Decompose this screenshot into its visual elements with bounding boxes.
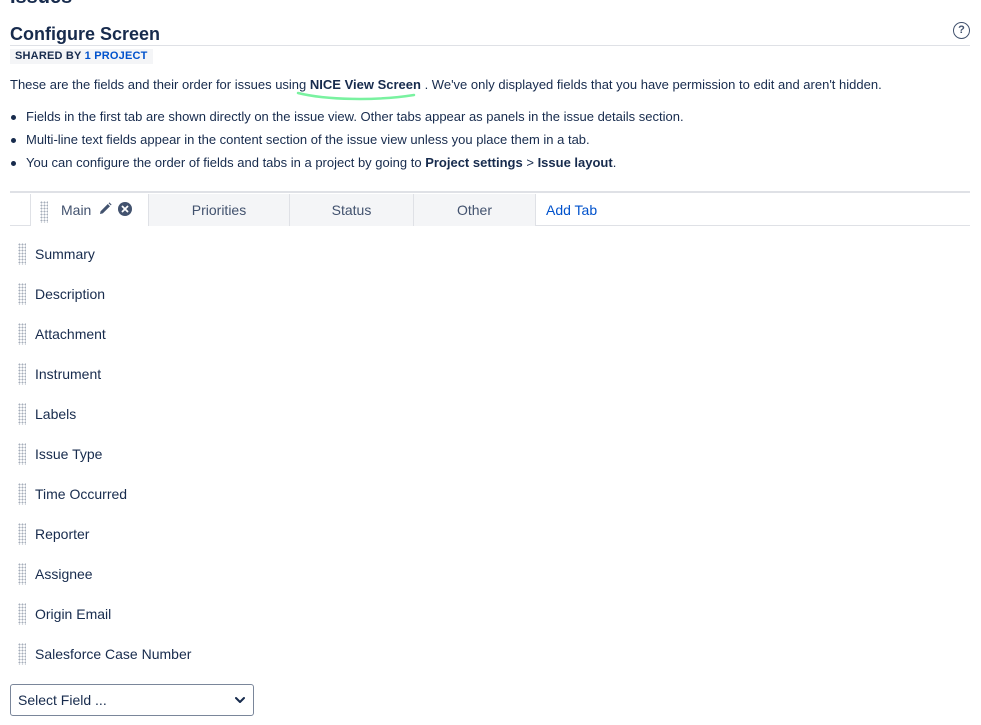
- screen-name: NICE View Screen: [309, 77, 421, 92]
- field-label: Reporter: [35, 526, 90, 542]
- intro-prefix: These are the fields and their order for…: [10, 77, 307, 92]
- field-row[interactable]: Issue Type: [18, 440, 518, 480]
- shared-by-badge: SHARED BY 1 PROJECT: [10, 49, 153, 64]
- select-field-value: Select Field ...: [18, 692, 107, 708]
- question-circle-icon[interactable]: ?: [953, 22, 970, 39]
- drag-handle-icon[interactable]: [18, 563, 26, 585]
- intro-text: These are the fields and their order for…: [10, 76, 882, 93]
- field-row[interactable]: Reporter: [18, 520, 518, 560]
- select-field-dropdown[interactable]: Select Field ...: [10, 684, 254, 716]
- drag-handle-icon[interactable]: [18, 643, 26, 665]
- shared-projects-link[interactable]: 1 PROJECT: [85, 50, 148, 62]
- field-label: Salesforce Case Number: [35, 646, 192, 662]
- field-row[interactable]: Attachment: [18, 320, 518, 360]
- tab-main[interactable]: Main: [30, 194, 149, 226]
- field-row[interactable]: Assignee: [18, 560, 518, 600]
- field-row[interactable]: Origin Email: [18, 600, 518, 640]
- drag-handle-icon[interactable]: [18, 363, 26, 385]
- remove-icon[interactable]: [118, 202, 132, 216]
- field-label: Issue Type: [35, 446, 103, 462]
- field-label: Summary: [35, 246, 95, 262]
- drag-handle-icon[interactable]: [18, 603, 26, 625]
- page-header: Configure Screen ?: [10, 22, 970, 46]
- field-row[interactable]: Time Occurred: [18, 480, 518, 520]
- breadcrumb-separator: >: [526, 155, 534, 170]
- bullet-text: Fields in the first tab are shown direct…: [26, 109, 684, 124]
- field-row[interactable]: Labels: [18, 400, 518, 440]
- field-label: Origin Email: [35, 606, 112, 622]
- add-tab-link[interactable]: Add Tab: [546, 202, 597, 218]
- shared-by-label: SHARED BY: [15, 50, 82, 62]
- drag-handle-icon[interactable]: [18, 483, 26, 505]
- drag-handle-icon[interactable]: [18, 403, 26, 425]
- section-title-cut: Issues: [10, 0, 72, 9]
- issue-layout-link: Issue layout: [537, 155, 613, 170]
- drag-handle-icon[interactable]: [18, 443, 26, 465]
- field-list: Summary Description Attachment Instrumen…: [18, 240, 518, 680]
- info-bullets: Fields in the first tab are shown direct…: [10, 105, 684, 174]
- field-label: Time Occurred: [35, 486, 128, 502]
- field-label: Assignee: [35, 566, 93, 582]
- list-item: You can configure the order of fields an…: [10, 151, 684, 174]
- field-label: Description: [35, 286, 106, 302]
- field-label: Labels: [35, 406, 77, 422]
- bullet-suffix: .: [612, 155, 617, 170]
- bullet-text: Multi-line text fields appear in the con…: [26, 132, 590, 147]
- intro-suffix: . We've only displayed fields that you h…: [424, 77, 882, 92]
- field-row[interactable]: Instrument: [18, 360, 518, 400]
- tab-label: Main: [61, 202, 92, 218]
- field-row[interactable]: Description: [18, 280, 518, 320]
- tab-status[interactable]: Status: [290, 194, 414, 226]
- drag-handle-icon[interactable]: [18, 323, 26, 345]
- bullet-text: You can configure the order of fields an…: [26, 155, 422, 170]
- list-item: Multi-line text fields appear in the con…: [10, 128, 684, 151]
- drag-handle-icon[interactable]: [18, 523, 26, 545]
- field-label: Instrument: [35, 366, 102, 382]
- list-item: Fields in the first tab are shown direct…: [10, 105, 684, 128]
- chevron-down-icon: [235, 697, 245, 703]
- tab-priorities[interactable]: Priorities: [149, 194, 290, 226]
- screen-tabs: Main Priorities Status Other Add Tab: [10, 191, 970, 226]
- highlight-underline: [296, 91, 416, 101]
- project-settings-link: Project settings: [425, 155, 523, 170]
- field-label: Attachment: [35, 326, 106, 342]
- tab-other[interactable]: Other: [414, 194, 536, 226]
- field-row[interactable]: Summary: [18, 240, 518, 280]
- drag-handle-icon[interactable]: [18, 243, 26, 265]
- page-title: Configure Screen: [10, 24, 161, 44]
- drag-handle-icon[interactable]: [18, 283, 26, 305]
- drag-handle-icon[interactable]: [40, 201, 48, 223]
- pencil-icon[interactable]: [98, 202, 112, 216]
- field-row[interactable]: Salesforce Case Number: [18, 640, 518, 680]
